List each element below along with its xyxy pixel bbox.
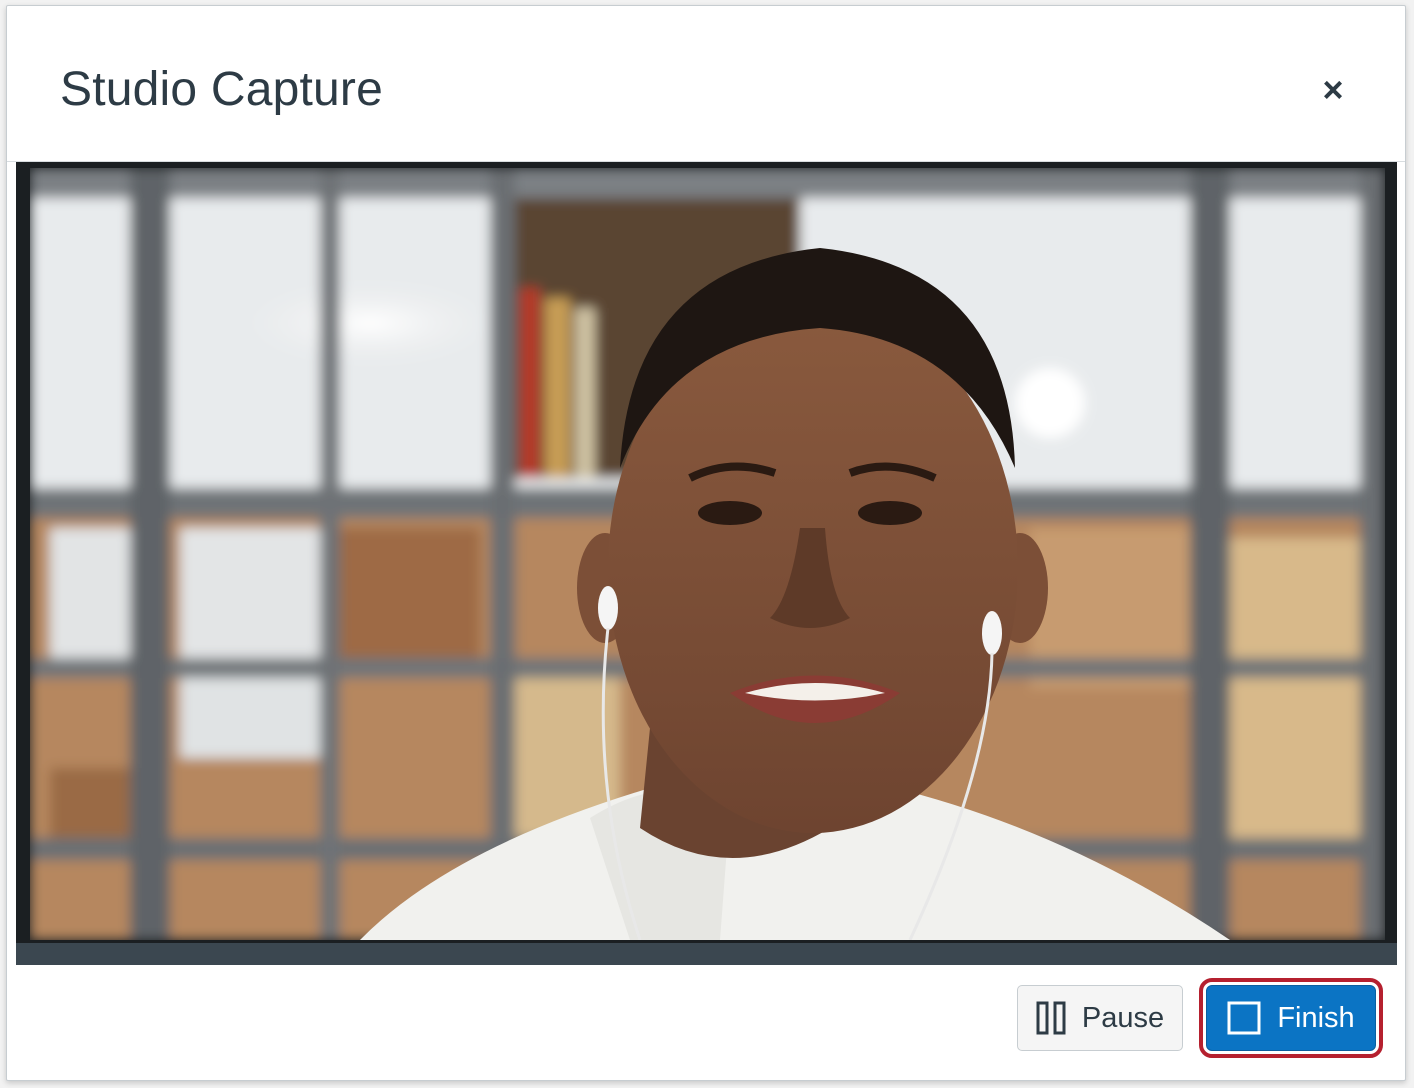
studio-capture-dialog: Studio Capture × Pause Finish (6, 5, 1406, 1081)
webcam-image (30, 168, 1385, 940)
pause-icon (1036, 1001, 1066, 1035)
pause-label: Pause (1081, 1001, 1165, 1034)
pause-button[interactable]: Pause (1017, 985, 1183, 1051)
stop-square-icon (1227, 1001, 1261, 1035)
finish-label: Finish (1277, 1001, 1355, 1034)
dialog-header: Studio Capture × (7, 6, 1405, 162)
video-progress-bar (16, 943, 1397, 965)
dialog-footer: Pause Finish (7, 965, 1405, 1081)
close-icon: × (1322, 69, 1344, 110)
finish-button[interactable]: Finish (1199, 978, 1383, 1058)
close-button[interactable]: × (1313, 70, 1353, 110)
camera-feed (30, 168, 1385, 940)
video-preview (16, 162, 1397, 965)
dialog-title: Studio Capture (60, 63, 384, 116)
